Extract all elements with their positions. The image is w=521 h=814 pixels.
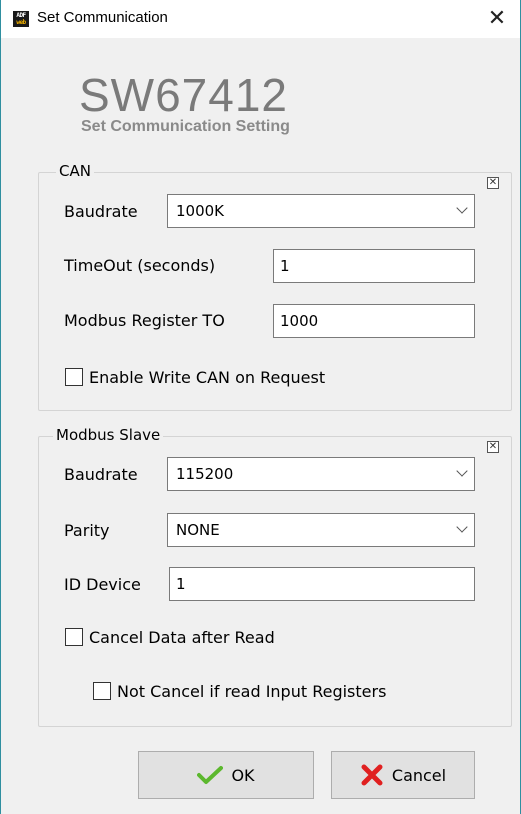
- can-baudrate-label: Baudrate: [64, 202, 138, 221]
- can-group-legend: CAN: [56, 162, 94, 180]
- product-model: SW67412: [79, 69, 289, 121]
- enable-write-can-label[interactable]: Enable Write CAN on Request: [89, 368, 325, 387]
- app-logo-icon: ADF web: [13, 11, 29, 27]
- can-modbus-register-to-input[interactable]: 1000: [273, 304, 475, 338]
- checkmark-icon: [197, 766, 224, 784]
- modbus-parity-label: Parity: [64, 521, 110, 540]
- can-group-close-icon[interactable]: ✕: [487, 177, 499, 189]
- set-communication-dialog: ADF web Set Communication ✕ SW67412 Set …: [0, 0, 521, 814]
- chevron-down-icon: [456, 465, 468, 477]
- not-cancel-input-registers-label[interactable]: Not Cancel if read Input Registers: [117, 682, 386, 701]
- cancel-data-after-read-checkbox[interactable]: [65, 628, 83, 646]
- red-x-icon: [361, 764, 383, 786]
- cancel-button-label: Cancel: [391, 765, 447, 785]
- modbus-parity-select[interactable]: NONE: [167, 513, 475, 547]
- modbus-baudrate-select[interactable]: 115200: [167, 457, 475, 491]
- can-baudrate-select[interactable]: 1000K: [167, 194, 475, 228]
- can-timeout-input[interactable]: 1: [273, 249, 475, 283]
- enable-write-can-checkbox[interactable]: [65, 368, 83, 386]
- window-title: Set Communication: [37, 9, 168, 26]
- modbus-slave-group-legend: Modbus Slave: [53, 426, 164, 444]
- cancel-data-after-read-label[interactable]: Cancel Data after Read: [89, 628, 275, 647]
- close-icon[interactable]: ✕: [482, 4, 512, 34]
- not-cancel-input-registers-checkbox[interactable]: [93, 682, 111, 700]
- modbus-slave-group-close-icon[interactable]: ✕: [487, 441, 499, 453]
- modbus-baudrate-label: Baudrate: [64, 465, 138, 484]
- cancel-button[interactable]: Cancel: [331, 751, 475, 799]
- modbus-id-device-input[interactable]: 1: [169, 567, 475, 601]
- modbus-id-device-label: ID Device: [64, 575, 141, 594]
- title-bar: ADF web Set Communication ✕: [1, 0, 520, 38]
- ok-button[interactable]: OK: [138, 751, 314, 799]
- product-subtitle: Set Communication Setting: [81, 118, 290, 135]
- chevron-down-icon: [456, 202, 468, 214]
- can-timeout-label: TimeOut (seconds): [64, 256, 216, 275]
- chevron-down-icon: [456, 521, 468, 533]
- can-modbus-register-to-label: Modbus Register TO: [64, 311, 225, 330]
- ok-button-label: OK: [231, 765, 255, 785]
